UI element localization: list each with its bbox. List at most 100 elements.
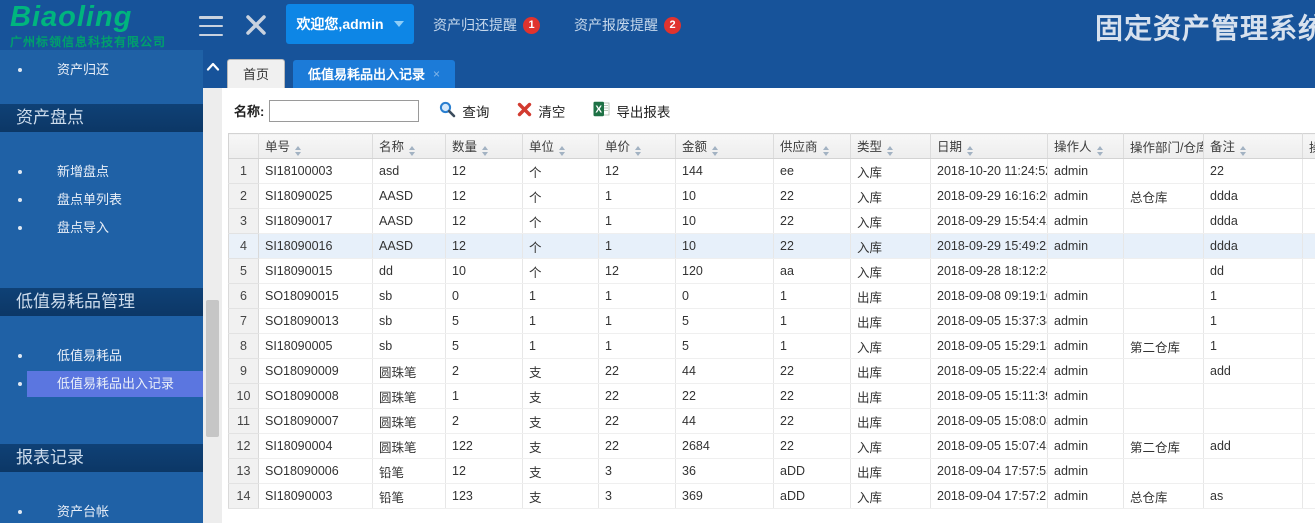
sort-icon[interactable]: [967, 146, 973, 156]
table-row[interactable]: 4SI18090016AASD12个11022入库2018-09-29 15:4…: [229, 234, 1315, 259]
table-row[interactable]: 2SI18090025AASD12个11022入库2018-09-29 16:1…: [229, 184, 1315, 209]
tab-home[interactable]: 首页: [227, 59, 285, 88]
sort-icon[interactable]: [887, 146, 893, 156]
table-row[interactable]: 10SO18090008圆珠笔1支222222出库2018-09-05 15:1…: [229, 384, 1315, 409]
table-cell: 2018-09-05 15:29:13: [931, 334, 1048, 359]
table-cell: 1: [599, 334, 676, 359]
sort-icon[interactable]: [635, 146, 641, 156]
table-cell: 123: [446, 484, 523, 509]
records-table-wrap: 单号名称数量单位单价金额供应商类型日期操作人操作部门/仓库备注操作 1SI181…: [222, 133, 1315, 523]
sidebar-scrollbar[interactable]: [203, 50, 222, 523]
sidebar-item[interactable]: 新增盘点: [0, 158, 203, 186]
sidebar-item[interactable]: 资产台帐: [0, 498, 203, 523]
table-cell: 22: [774, 384, 851, 409]
welcome-user-button[interactable]: 欢迎您,admin: [286, 4, 414, 44]
column-header-7[interactable]: 供应商: [774, 134, 851, 159]
scrollbar-thumb[interactable]: [206, 300, 219, 437]
table-row[interactable]: 5SI18090015dd10个12120aa入库2018-09-28 18:1…: [229, 259, 1315, 284]
table-cell: [1124, 384, 1204, 409]
chevron-down-icon: [394, 21, 404, 27]
name-filter-label: 名称:: [234, 101, 264, 120]
sidebar-section-header-2[interactable]: 低值易耗品管理: [0, 288, 203, 316]
table-row[interactable]: 12SI18090004圆珠笔122支22268422入库2018-09-05 …: [229, 434, 1315, 459]
table-cell: 5: [676, 334, 774, 359]
table-row[interactable]: 9SO18090009圆珠笔2支224422出库2018-09-05 15:22…: [229, 359, 1315, 384]
sidebar-item-label: 低值易耗品: [57, 342, 122, 370]
table-cell: 2018-09-08 09:19:10: [931, 284, 1048, 309]
table-cell: 1: [774, 309, 851, 334]
table-cell: [1124, 459, 1204, 484]
table-cell: 2018-09-29 15:49:22: [931, 234, 1048, 259]
column-header-label: 供应商: [780, 140, 818, 154]
table-cell: 个: [523, 259, 599, 284]
table-cell: SI18090005: [259, 334, 373, 359]
menu-icon[interactable]: [199, 15, 223, 37]
table-cell: 1: [599, 184, 676, 209]
sidebar-section-header-1[interactable]: 资产盘点: [0, 104, 203, 132]
column-header-4[interactable]: 单位: [523, 134, 599, 159]
column-header-10[interactable]: 操作人: [1048, 134, 1124, 159]
sort-icon[interactable]: [482, 146, 488, 156]
sort-icon[interactable]: [1240, 146, 1246, 156]
table-cell: 第二仓库: [1124, 334, 1204, 359]
table-row[interactable]: 11SO18090007圆珠笔2支224422出库2018-09-05 15:0…: [229, 409, 1315, 434]
table-cell: 1: [523, 309, 599, 334]
sidebar-item[interactable]: 低值易耗品: [0, 342, 203, 370]
sort-icon[interactable]: [823, 146, 829, 156]
sort-icon[interactable]: [559, 146, 565, 156]
close-icon[interactable]: [243, 12, 269, 38]
table-cell: aDD: [774, 459, 851, 484]
sort-icon[interactable]: [1097, 146, 1103, 156]
sidebar-item[interactable]: 盘点单列表: [0, 186, 203, 214]
table-cell: [1124, 359, 1204, 384]
table-row[interactable]: 1SI18100003asd12个12144ee入库2018-10-20 11:…: [229, 159, 1315, 184]
table-cell: add: [1204, 359, 1303, 384]
sidebar-item[interactable]: 资产归还: [0, 56, 203, 84]
column-header-13: 操作: [1303, 134, 1315, 159]
table-row[interactable]: 13SO18090006铅笔12支336aDD出库2018-09-04 17:5…: [229, 459, 1315, 484]
bullet-icon: [18, 354, 22, 358]
table-row[interactable]: 6SO18090015sb01101出库2018-09-08 09:19:10a…: [229, 284, 1315, 309]
tab-records[interactable]: 低值易耗品出入记录×: [293, 60, 455, 88]
table-cell: 入库: [851, 159, 931, 184]
table-cell: 个: [523, 159, 599, 184]
sort-icon[interactable]: [712, 146, 718, 156]
table-cell: 1: [599, 309, 676, 334]
column-header-8[interactable]: 类型: [851, 134, 931, 159]
column-header-9[interactable]: 日期: [931, 134, 1048, 159]
column-header-3[interactable]: 数量: [446, 134, 523, 159]
reminder-link-2[interactable]: 资产报废提醒2: [574, 15, 681, 35]
table-row[interactable]: 8SI18090005sb51151入库2018-09-05 15:29:13a…: [229, 334, 1315, 359]
reminder-link-1[interactable]: 资产归还提醒1: [433, 15, 540, 35]
row-number-cell: 11: [229, 409, 259, 434]
main-area: 首页低值易耗品出入记录× 名称: 查询 清空 X导出报表 单号名称数量单位单价金额供…: [222, 50, 1315, 523]
table-row[interactable]: 14SI18090003铅笔123支3369aDD入库2018-09-04 17…: [229, 484, 1315, 509]
row-number-header: [229, 134, 259, 159]
name-filter-input[interactable]: [269, 100, 419, 122]
tab-close-icon[interactable]: ×: [433, 65, 440, 84]
column-header-6[interactable]: 金额: [676, 134, 774, 159]
table-cell: 22: [599, 359, 676, 384]
sidebar-section-header-3[interactable]: 报表记录: [0, 444, 203, 472]
table-cell: AASD: [373, 209, 446, 234]
table-row[interactable]: 7SO18090013sb51151出库2018-09-05 15:37:38a…: [229, 309, 1315, 334]
clear-button[interactable]: 清空: [517, 101, 565, 121]
export-button[interactable]: X导出报表: [593, 101, 670, 121]
column-header-2[interactable]: 名称: [373, 134, 446, 159]
row-number-cell: 7: [229, 309, 259, 334]
table-cell: 5: [676, 309, 774, 334]
sidebar-item[interactable]: 盘点导入: [0, 214, 203, 242]
query-button[interactable]: 查询: [439, 101, 489, 121]
scroll-up-button[interactable]: [203, 50, 222, 88]
column-header-5[interactable]: 单价: [599, 134, 676, 159]
table-cell: 12: [446, 159, 523, 184]
column-header-1[interactable]: 单号: [259, 134, 373, 159]
table-cell: admin: [1048, 234, 1124, 259]
sort-icon[interactable]: [295, 146, 301, 156]
table-row[interactable]: 3SI18090017AASD12个11022入库2018-09-29 15:5…: [229, 209, 1315, 234]
table-cell: [1303, 334, 1315, 359]
column-header-12[interactable]: 备注: [1204, 134, 1303, 159]
sidebar-item-selected[interactable]: 低值易耗品出入记录: [0, 370, 203, 398]
table-cell: aa: [774, 259, 851, 284]
sort-icon[interactable]: [409, 146, 415, 156]
